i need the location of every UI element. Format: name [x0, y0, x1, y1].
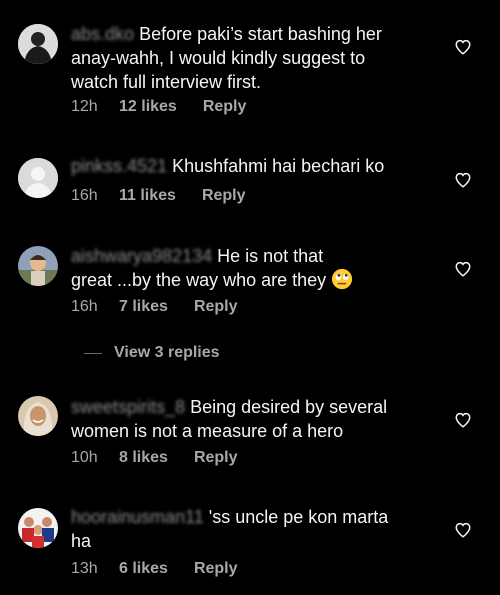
comment-meta: 16h 7 likes Reply	[71, 298, 238, 316]
timestamp: 12h	[71, 98, 98, 115]
reply-button[interactable]: Reply	[194, 298, 238, 316]
avatar-dark-figure-icon	[18, 24, 58, 64]
timestamp: 16h	[71, 298, 98, 315]
likes-count[interactable]: 6 likes	[119, 560, 168, 578]
default-user-icon	[18, 158, 58, 198]
heart-icon[interactable]	[454, 411, 472, 429]
timestamp: 13h	[71, 560, 98, 577]
rolling-eyes-emoji-icon	[332, 268, 353, 290]
timestamp: 16h	[71, 187, 98, 204]
heart-icon[interactable]	[454, 171, 472, 189]
reply-button[interactable]: Reply	[194, 449, 238, 467]
avatar-group-photo-icon	[18, 508, 58, 548]
comment-meta: 12h 12 likes Reply	[71, 98, 246, 116]
username[interactable]: hoorainusman11	[71, 507, 204, 527]
avatar[interactable]	[18, 508, 58, 548]
heart-icon[interactable]	[454, 260, 472, 278]
comment-text: aishwarya982134 He is not that great ...…	[71, 244, 441, 292]
comment-text: sweetspirits_8 Being desired by several …	[71, 397, 388, 441]
username[interactable]: pinkss.4521	[71, 156, 167, 176]
timestamp: 10h	[71, 449, 98, 466]
likes-count[interactable]: 12 likes	[119, 98, 177, 116]
comment-meta: 13h 6 likes Reply	[71, 560, 238, 578]
reply-button[interactable]: Reply	[194, 560, 238, 578]
avatar[interactable]	[18, 396, 58, 436]
likes-count[interactable]: 11 likes	[119, 187, 176, 205]
comment-meta: 10h 8 likes Reply	[71, 449, 238, 467]
avatar[interactable]	[18, 24, 58, 64]
view-replies-label: View 3 replies	[114, 344, 220, 361]
reply-button[interactable]: Reply	[203, 98, 247, 116]
username[interactable]: abs.dko	[71, 24, 134, 44]
replies-divider	[84, 352, 102, 354]
reply-button[interactable]: Reply	[202, 187, 246, 205]
comment-text: pinkss.4521 Khushfahmi hai bechari ko	[71, 156, 385, 176]
heart-icon[interactable]	[454, 521, 472, 539]
avatar[interactable]	[18, 246, 58, 286]
heart-icon[interactable]	[454, 38, 472, 56]
avatar[interactable]	[18, 158, 58, 198]
comment-meta: 16h 11 likes Reply	[71, 187, 246, 205]
likes-count[interactable]: 8 likes	[119, 449, 168, 467]
avatar-child-photo-icon	[18, 246, 58, 286]
username[interactable]: sweetspirits_8	[71, 397, 185, 417]
avatar-woman-hijab-icon	[18, 396, 58, 436]
comment-text: hoorainusman11 'ss uncle pe kon marta ha	[71, 507, 389, 551]
view-replies-button[interactable]: View 3 replies	[84, 344, 220, 362]
likes-count[interactable]: 7 likes	[119, 298, 168, 316]
comment-text: abs.dko Before paki’s start bashing her …	[71, 24, 382, 92]
username[interactable]: aishwarya982134	[71, 246, 212, 266]
